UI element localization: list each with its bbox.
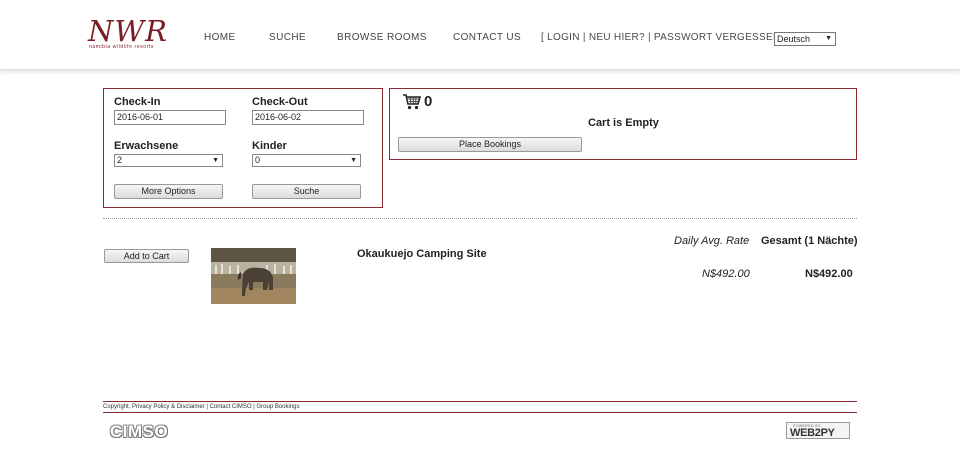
daily-rate-value: N$492.00 [702,268,750,280]
site-name[interactable]: Okaukuejo Camping Site [357,248,487,260]
site-thumbnail[interactable] [211,248,296,304]
web2py-logo: WEB2PY [790,427,835,439]
footer-links[interactable]: Copyright, Privacy Policy & Disclaimer |… [103,404,300,410]
children-label: Kinder [252,140,287,152]
chevron-down-icon: ▼ [825,35,832,42]
daily-rate-header: Daily Avg. Rate [674,235,750,247]
shopping-cart-icon [403,94,422,110]
chevron-down-icon: ▼ [212,157,219,164]
search-button[interactable]: Suche [252,184,361,199]
cart-count: 0 [424,93,433,110]
adults-value: 2 [117,155,123,165]
footer-bottom-line [103,412,857,413]
add-to-cart-button[interactable]: Add to Cart [104,249,189,263]
divider [103,218,857,219]
checkout-label: Check-Out [252,96,308,108]
elephant-photo [211,248,296,304]
search-panel: Check-In 2016-06-01 Check-Out 2016-06-02… [103,88,383,208]
total-value: N$492.00 [805,268,853,280]
nav-home[interactable]: HOME [204,32,236,43]
header: NWR namibia wildlife resorts HOME SUCHE … [0,0,960,70]
total-header: Gesamt (1 Nächte) [761,235,858,247]
footer-top-line [103,401,857,402]
auth-links[interactable]: [ LOGIN | NEU HIER? | PASSWORT VERGESSEN… [541,32,793,43]
checkout-input[interactable]: 2016-06-02 [252,110,364,125]
checkin-label: Check-In [114,96,161,108]
cart-panel: 0 Cart is Empty Place Bookings [389,88,857,160]
children-value: 0 [255,155,261,165]
logo-text: NWR [88,14,169,48]
language-value: Deutsch [777,34,811,44]
language-select[interactable]: Deutsch ▼ [774,32,836,46]
more-options-button[interactable]: More Options [114,184,223,199]
cimso-logo[interactable]: CIMSO [110,422,168,442]
place-bookings-button[interactable]: Place Bookings [398,137,582,152]
nav-contact-us[interactable]: CONTACT US [453,32,521,43]
nav-browse-rooms[interactable]: BROWSE ROOMS [337,32,427,43]
adults-select[interactable]: 2 ▼ [114,154,223,167]
checkin-input[interactable]: 2016-06-01 [114,110,226,125]
adults-label: Erwachsene [114,140,179,152]
children-select[interactable]: 0 ▼ [252,154,361,167]
cart-status: Cart is Empty [588,117,659,129]
nav-suche[interactable]: SUCHE [269,32,306,43]
web2py-badge[interactable]: POWERED BY WEB2PY [786,422,850,439]
chevron-down-icon: ▼ [350,157,357,164]
nwr-logo[interactable]: NWR namibia wildlife resorts [86,14,180,54]
logo-subtitle: namibia wildlife resorts [89,44,154,50]
